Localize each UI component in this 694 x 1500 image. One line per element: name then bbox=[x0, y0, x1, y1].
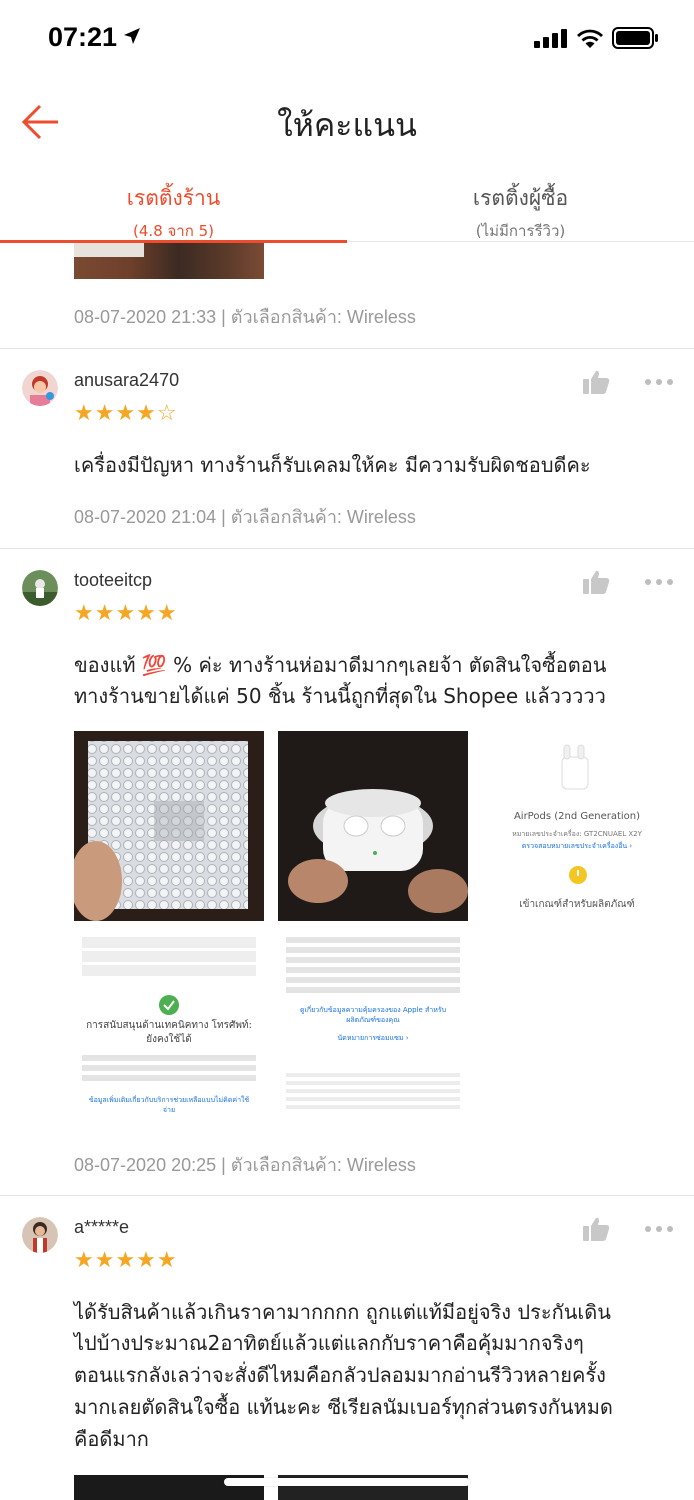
tab-shop-rating[interactable]: เรตติ้งร้าน (4.8 จาก 5) bbox=[0, 170, 347, 243]
wifi-icon bbox=[577, 29, 603, 48]
thumbs-up-icon[interactable] bbox=[582, 569, 610, 595]
thumbs-up-icon[interactable] bbox=[582, 1216, 610, 1242]
divider bbox=[0, 348, 694, 349]
review-photo-airpods[interactable] bbox=[278, 731, 468, 921]
support-info-link: ข้อมูลเพิ่มเติมเกี่ยวกับบริการช่วยเหลือแ… bbox=[88, 1096, 250, 1114]
product-name-text: AirPods (2nd Generation) bbox=[513, 811, 641, 822]
status-time: 07:21 bbox=[48, 22, 118, 52]
star-rating: ★★★★☆ bbox=[74, 401, 178, 426]
review-comment-line: ได้รับสินค้าแล้วเกินราคามากกกก ถูกแต่แท้… bbox=[74, 1300, 611, 1324]
serial-text: หมายเลขประจำเครื่อง: GT2CNUAEL X2Y bbox=[512, 830, 642, 838]
star-rating: ★★★★★ bbox=[74, 1248, 178, 1273]
tab-buyer-rating-label: เรตติ้งผู้ซื้อ bbox=[472, 186, 569, 210]
review-username: anusara2470 bbox=[74, 370, 180, 390]
review-comment: เครื่องมีปัญหา ทางร้านก็รับเคลมให้คะ มีค… bbox=[74, 453, 591, 477]
review-comment-line: ตอนแรกลังเลว่าจะสั่งดีไหมคือกลัวปลอมมากอ… bbox=[74, 1363, 606, 1387]
star-empty-icon: ☆ bbox=[156, 401, 178, 426]
tab-buyer-rating[interactable]: เรตติ้งผู้ซื้อ (ไม่มีการรีวิว) bbox=[347, 170, 694, 242]
divider bbox=[0, 548, 694, 549]
page-title: ให้คะแนน bbox=[277, 106, 417, 144]
avatar[interactable] bbox=[22, 570, 58, 606]
review-photo-coverage-details[interactable]: ดูเกี่ยวกับข้อมูลความคุ้มครองของ Apple ส… bbox=[278, 933, 468, 1123]
review-meta: 08-07-2020 21:04 | ตัวเลือกสินค้า: Wirel… bbox=[74, 507, 416, 527]
repair-link: นัดหมายการซ่อมแซม › bbox=[337, 1034, 409, 1042]
tab-buyer-rating-count: (ไม่มีการรีวิว) bbox=[475, 222, 566, 240]
location-arrow-icon bbox=[124, 28, 140, 44]
battery-icon bbox=[612, 27, 658, 49]
check-serial-link: ตรวจสอบหมายเลขประจำเครื่องอื่น › bbox=[521, 842, 633, 850]
review-photo-bubble-wrap[interactable] bbox=[74, 731, 264, 921]
coverage-link: ดูเกี่ยวกับข้อมูลความคุ้มครองของ Apple ส… bbox=[299, 1006, 447, 1024]
thumbs-up-icon[interactable] bbox=[582, 369, 610, 395]
avatar[interactable] bbox=[22, 1217, 58, 1253]
review-photo[interactable] bbox=[74, 243, 264, 279]
eligible-text: เข้าเกณฑ์สำหรับผลิตภัณฑ์ bbox=[519, 899, 635, 910]
more-options-icon[interactable] bbox=[644, 1224, 674, 1234]
star-rating: ★★★★★ bbox=[74, 601, 178, 626]
star-filled-icons: ★★★★ bbox=[74, 401, 157, 426]
review-photo-apple-coverage[interactable]: AirPods (2nd Generation) หมายเลขประจำเคร… bbox=[482, 731, 672, 921]
review-photo-support-status[interactable]: การสนับสนุนด้านเทคนิคทาง โทรศัพท์: ยังคง… bbox=[74, 933, 264, 1123]
review-list[interactable]: 08-07-2020 21:33 | ตัวเลือกสินค้า: Wirel… bbox=[0, 243, 694, 1500]
review-meta: 08-07-2020 21:33 | ตัวเลือกสินค้า: Wirel… bbox=[74, 307, 416, 327]
review-username: a*****e bbox=[74, 1217, 130, 1237]
review-comment-line: ทางร้านขายได้แค่ 50 ชิ้น ร้านนี้ถูกที่สุ… bbox=[74, 684, 606, 708]
review-meta: 08-07-2020 20:25 | ตัวเลือกสินค้า: Wirel… bbox=[74, 1155, 416, 1175]
support-title-text: การสนับสนุนด้านเทคนิคทาง โทรศัพท์: ยังคง… bbox=[86, 1020, 252, 1045]
more-options-icon[interactable] bbox=[644, 377, 674, 387]
tab-shop-rating-label: เรตติ้งร้าน bbox=[126, 186, 221, 210]
home-indicator[interactable] bbox=[224, 1478, 470, 1486]
status-bar: 07:21 bbox=[0, 0, 694, 80]
header: ให้คะแนน bbox=[0, 80, 694, 164]
rating-tabs: เรตติ้งร้าน (4.8 จาก 5) เรตติ้งผู้ซื้อ (… bbox=[0, 170, 694, 243]
review-comment-line: ของแท้ 💯 % ค่ะ ทางร้านห่อมาดีมากๆเลยจ้า … bbox=[74, 653, 607, 677]
review-comment-line: มากเลยตัดสินใจซื้อ แท้นะคะ ซีเรียลนัมเบอ… bbox=[74, 1395, 613, 1419]
review-username: tooteeitcp bbox=[74, 570, 153, 590]
avatar[interactable] bbox=[22, 370, 58, 406]
cellular-signal-icon bbox=[534, 29, 567, 48]
divider bbox=[0, 1195, 694, 1196]
review-comment-line: ไปบ้างประมาณ2อาทิตย์แล้วแต่แลกกับราคาคือ… bbox=[74, 1331, 584, 1355]
review-comment-line: คือดีมาก bbox=[74, 1427, 149, 1451]
more-options-icon[interactable] bbox=[644, 577, 674, 587]
